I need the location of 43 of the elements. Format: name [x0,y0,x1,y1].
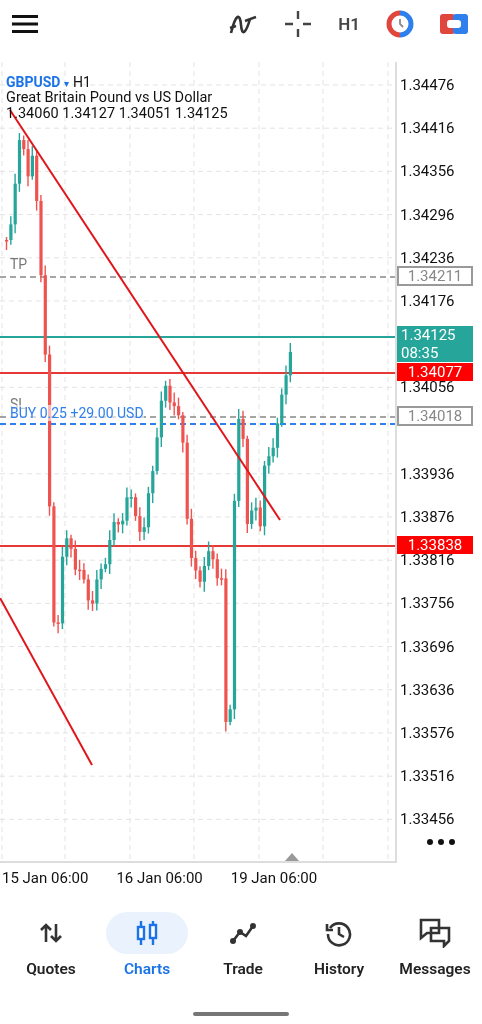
nav-tab[interactable]: History [298,912,380,978]
price-tick: 1.34176 [400,291,455,312]
price-label: 1.34077 [397,363,473,381]
swap-arrows-icon [38,921,64,945]
trend-chart-icon [229,921,257,945]
more-icon[interactable] [426,838,456,846]
price-tick: 1.33636 [400,679,455,701]
symbol-description: Great Britain Pound vs US Dollar [6,90,214,106]
level-label: TP [10,256,28,272]
price-tick: 1.33936 [400,463,455,485]
price-tick: 1.34236 [400,247,455,269]
time-label: 16 Jan 06:00 [116,869,203,887]
chart-timeframe: H1 [72,74,91,90]
crosshair-icon[interactable] [284,10,313,38]
price-tick: 1.34296 [400,204,455,226]
price-tick: 1.34476 [400,75,455,96]
price-tick: 1.34416 [400,118,455,140]
time-label: 19 Jan 06:00 [230,869,318,887]
nav-tab[interactable]: Messages [394,912,476,978]
time-label: 15 Jan 06:00 [2,869,89,887]
symbol-selector[interactable]: GBPUSD ▾ [6,74,69,90]
messages-icon [419,918,451,948]
price-tick: 1.34356 [400,161,455,183]
price-tick: 1.33516 [400,766,455,788]
price-tick: 1.33876 [400,507,455,528]
clock-icon[interactable] [386,10,414,38]
price-tick: 1.33696 [400,636,455,658]
menu-icon[interactable] [12,14,38,34]
bar-timer: 08:35 [401,344,439,362]
price-label: 1.34211 [397,266,473,286]
bid-price: 1.34125 [401,326,456,344]
history-icon [325,919,353,947]
scroll-marker-icon[interactable] [285,853,299,861]
candlestick-icon [135,920,159,946]
nav-tab[interactable]: Trade [202,912,284,978]
trade-toggle-icon[interactable] [440,12,468,36]
price-label: 1.33838 [397,536,473,554]
nav-tab[interactable]: Quotes [10,912,92,978]
price-tick: 1.33576 [400,723,455,744]
price-label: 1.34018 [397,406,473,426]
price-tick: 1.33456 [400,809,455,831]
timeframe-button[interactable]: H1 [338,14,360,34]
price-tick: 1.33756 [400,593,455,615]
